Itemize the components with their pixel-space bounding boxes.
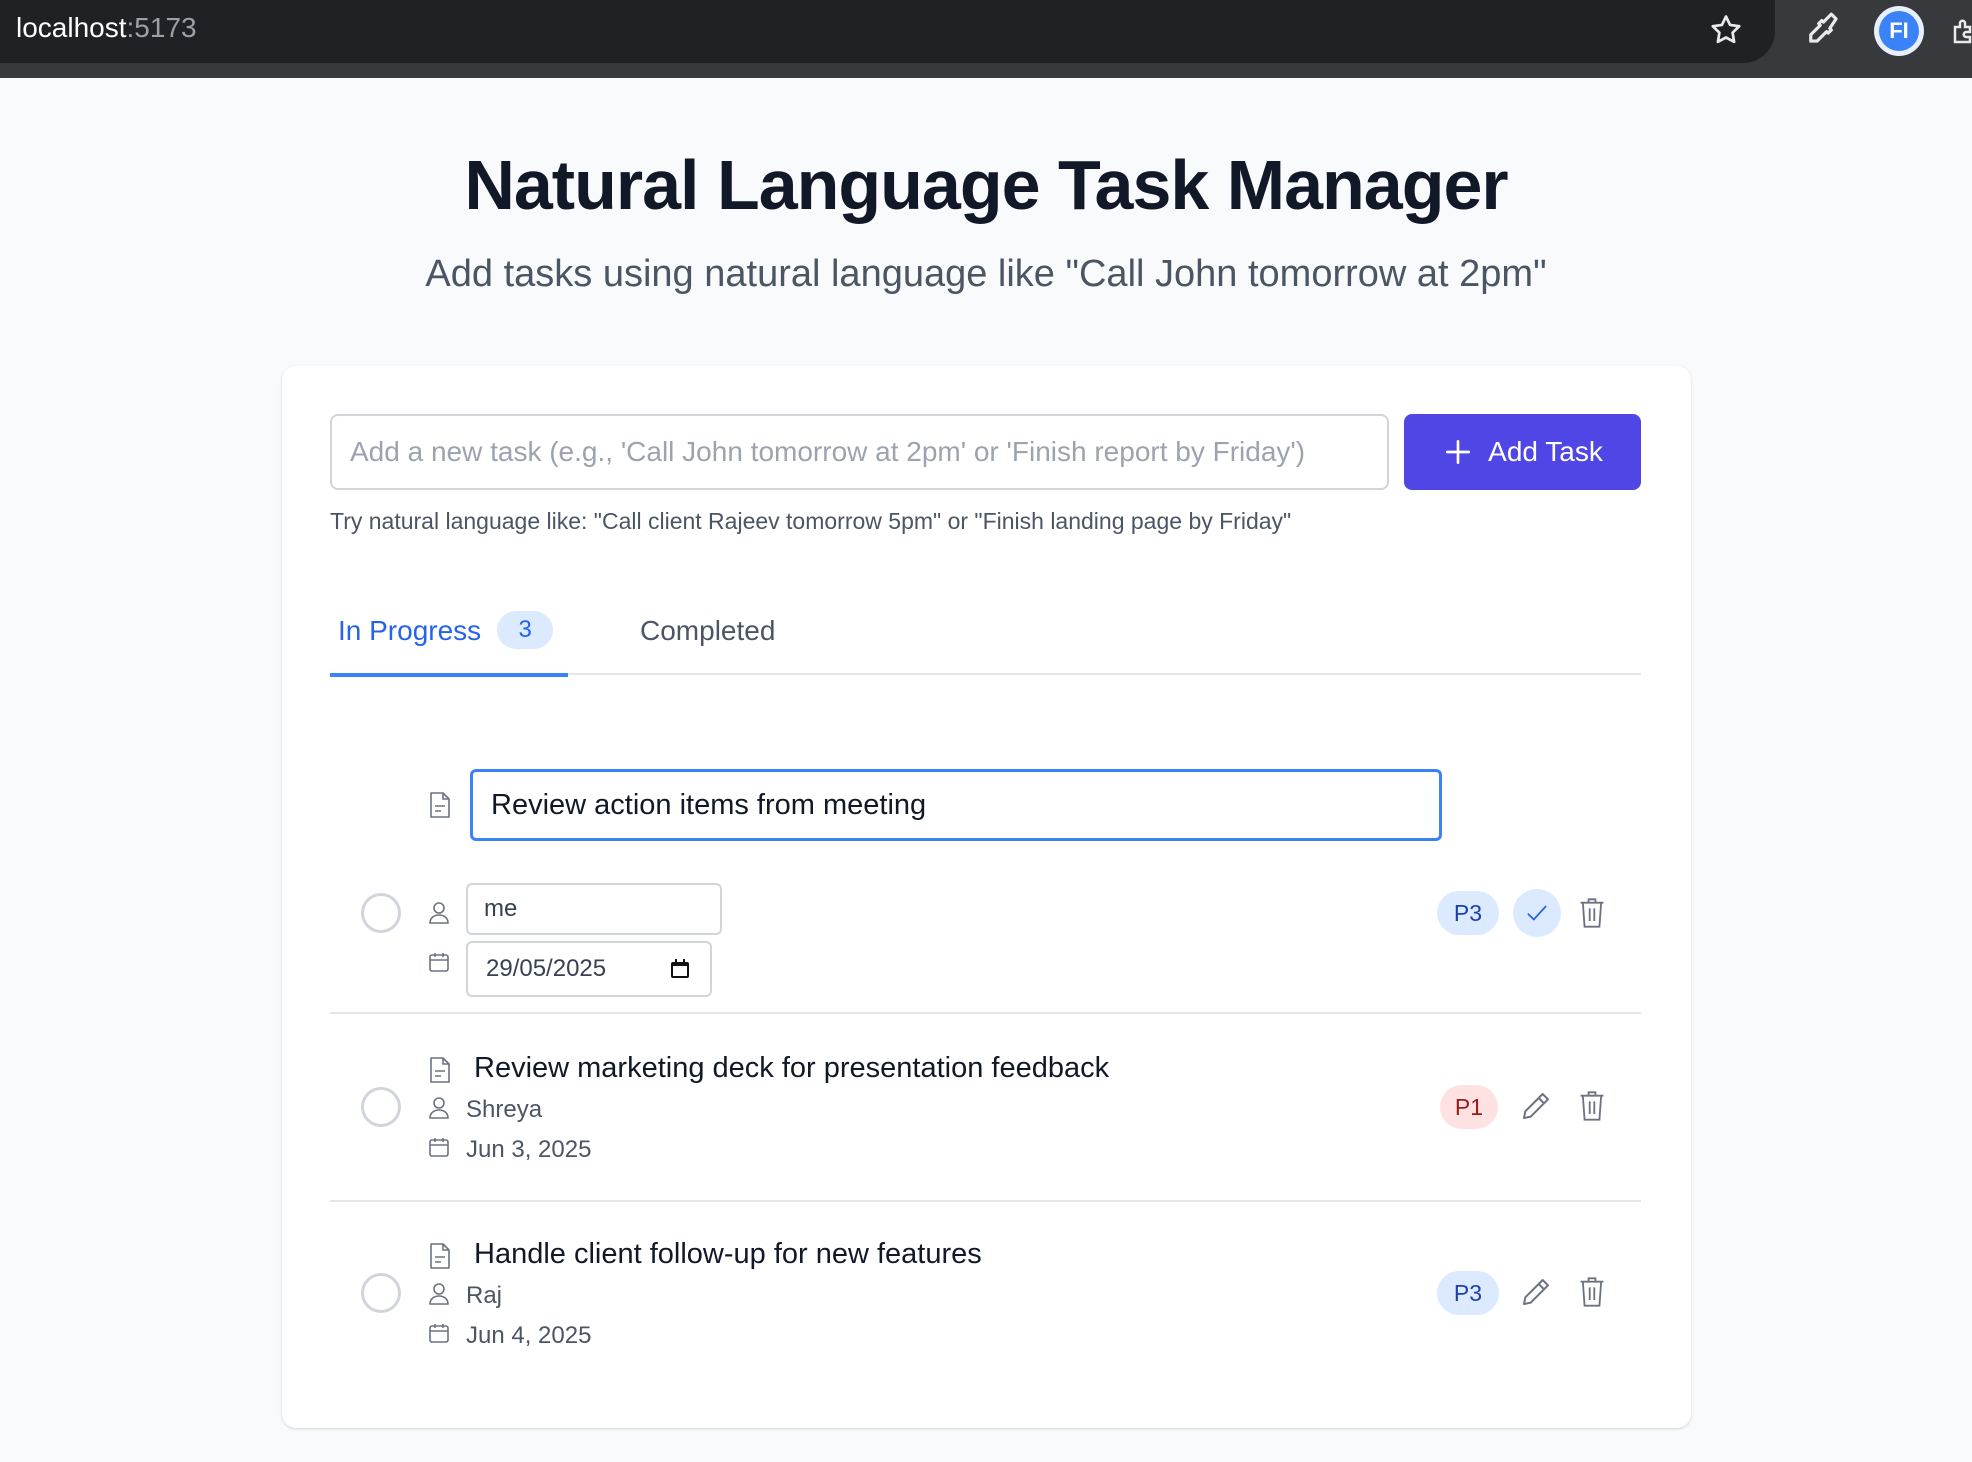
priority-badge: P1 [1440, 1085, 1498, 1129]
tab-completed-label: Completed [640, 615, 776, 646]
trash-icon[interactable] [1578, 1090, 1606, 1122]
task-row: Review marketing deck for presentation f… [330, 1014, 1641, 1202]
task-due-date: Jun 3, 2025 [466, 1136, 592, 1163]
calendar-picker-icon[interactable] [668, 957, 692, 981]
check-icon [1527, 905, 1547, 921]
trash-icon[interactable] [1578, 1276, 1606, 1308]
new-task-input[interactable] [330, 414, 1389, 490]
url-text[interactable]: localhost:5173 [16, 12, 197, 44]
page-subtitle: Add tasks using natural language like "C… [425, 253, 1547, 295]
pencil-icon[interactable] [1520, 1276, 1552, 1308]
document-icon [428, 1056, 452, 1084]
url-host: localhost [16, 12, 127, 43]
tab-completed[interactable]: Completed [632, 611, 783, 675]
trash-icon[interactable] [1578, 897, 1606, 929]
tab-in-progress-count: 3 [497, 611, 554, 649]
address-bar[interactable]: localhost:5173 [0, 0, 1775, 63]
task-title[interactable]: Review marketing deck for presentation f… [474, 1052, 1109, 1085]
url-port: :5173 [126, 12, 197, 43]
pencil-icon[interactable] [1520, 1090, 1552, 1122]
priority-badge: P3 [1437, 891, 1499, 935]
complete-toggle[interactable] [361, 1273, 401, 1313]
user-icon [428, 1096, 450, 1120]
edit-assignee-input[interactable] [466, 883, 722, 935]
user-icon [428, 1282, 450, 1306]
plus-icon [1446, 440, 1471, 464]
task-title[interactable]: Handle client follow-up for new features [474, 1238, 982, 1271]
extension-badge-text: FI [1879, 11, 1919, 51]
task-due-date: Jun 4, 2025 [466, 1322, 592, 1349]
complete-toggle[interactable] [361, 1087, 401, 1127]
add-task-label: Add Task [1488, 436, 1603, 467]
add-task-button[interactable]: Add Task [1404, 414, 1641, 490]
browser-toolbar: localhost:5173 FI [0, 0, 1972, 78]
task-card: Add Task Try natural language like: "Cal… [282, 366, 1691, 1428]
status-tabs: In Progress 3 Completed [330, 611, 1641, 677]
input-hint: Try natural language like: "Call client … [330, 508, 1292, 534]
extension-avatar[interactable]: FI [1874, 6, 1924, 56]
edit-date-value: 29/05/2025 [486, 955, 607, 982]
bookmark-star-icon[interactable] [1708, 12, 1744, 48]
user-icon [428, 901, 450, 925]
document-icon [428, 1242, 452, 1270]
task-row-editing: 29/05/2025 P3 [330, 769, 1641, 1014]
page-title: Natural Language Task Manager [464, 146, 1508, 224]
calendar-icon [428, 1136, 450, 1158]
task-assignee: Raj [466, 1282, 503, 1309]
calendar-icon [428, 951, 450, 973]
calendar-icon [428, 1322, 450, 1344]
document-icon [428, 791, 452, 819]
tab-in-progress[interactable]: In Progress 3 [330, 611, 568, 677]
task-row: Handle client follow-up for new features… [330, 1202, 1641, 1390]
tab-in-progress-label: In Progress [338, 615, 482, 646]
save-edit-button[interactable] [1513, 889, 1561, 937]
edit-title-input[interactable] [470, 769, 1442, 841]
eyedropper-icon[interactable] [1806, 10, 1844, 50]
extensions-puzzle-icon[interactable] [1950, 12, 1972, 52]
task-assignee: Shreya [466, 1096, 543, 1123]
edit-date-input[interactable]: 29/05/2025 [466, 941, 712, 997]
complete-toggle[interactable] [361, 893, 401, 933]
priority-badge: P3 [1437, 1271, 1499, 1315]
